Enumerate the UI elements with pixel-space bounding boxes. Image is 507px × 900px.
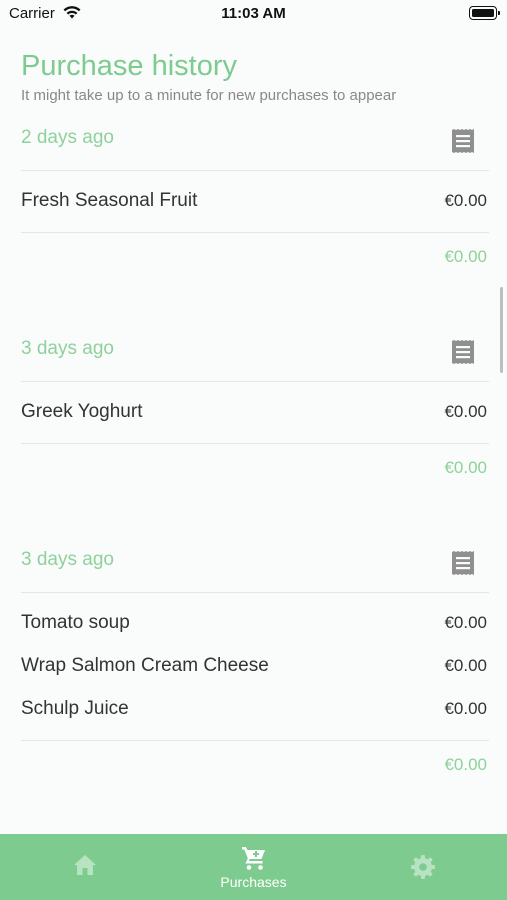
home-icon (73, 855, 96, 875)
purchase-total: €0.00 (444, 458, 487, 477)
purchase-group: 2 days ago Fresh Seasonal Fruit €0.00 €0… (21, 124, 489, 267)
tab-settings[interactable] (338, 834, 507, 900)
purchase-date: 2 days ago (21, 127, 114, 148)
purchase-group-header: 3 days ago (21, 335, 489, 381)
list-item[interactable]: Greek Yoghurt €0.00 (21, 391, 489, 434)
item-list: Tomato soup €0.00 Wrap Salmon Cream Chee… (21, 593, 489, 740)
item-name: Greek Yoghurt (21, 401, 143, 422)
page-subtitle: It might take up to a minute for new pur… (21, 87, 397, 104)
purchase-group: 3 days ago Tomato soup €0.00 Wrap Salmon… (21, 546, 489, 775)
status-bar: Carrier 11:03 AM (0, 0, 507, 28)
item-price: €0.00 (444, 656, 487, 675)
purchase-total: €0.00 (444, 755, 487, 774)
cart-icon (241, 847, 265, 870)
purchase-group-header: 3 days ago (21, 546, 489, 592)
list-item[interactable]: Tomato soup €0.00 (21, 602, 489, 645)
scroll-indicator[interactable] (500, 287, 503, 373)
tab-home[interactable] (0, 834, 169, 900)
list-item[interactable]: Wrap Salmon Cream Cheese €0.00 (21, 645, 489, 688)
tab-label: Purchases (220, 874, 287, 890)
receipt-icon[interactable] (450, 128, 476, 154)
purchase-total: €0.00 (444, 247, 487, 266)
item-list: Fresh Seasonal Fruit €0.00 (21, 171, 489, 232)
item-price: €0.00 (444, 191, 487, 210)
list-item[interactable]: Fresh Seasonal Fruit €0.00 (21, 180, 489, 223)
item-price: €0.00 (444, 699, 487, 718)
item-name: Tomato soup (21, 612, 130, 633)
item-name: Fresh Seasonal Fruit (21, 190, 198, 211)
purchase-date: 3 days ago (21, 338, 114, 359)
tab-purchases[interactable]: Purchases (169, 834, 338, 900)
list-item[interactable]: Schulp Juice €0.00 (21, 688, 489, 731)
item-list: Greek Yoghurt €0.00 (21, 382, 489, 443)
item-price: €0.00 (444, 402, 487, 421)
item-name: Schulp Juice (21, 698, 129, 719)
receipt-icon[interactable] (450, 550, 476, 576)
item-name: Wrap Salmon Cream Cheese (21, 655, 269, 676)
tab-bar: Purchases (0, 834, 507, 900)
page-title: Purchase history (21, 50, 237, 82)
clock: 11:03 AM (221, 5, 286, 22)
purchase-date: 3 days ago (21, 549, 114, 570)
item-price: €0.00 (444, 613, 487, 632)
purchase-group: 3 days ago Greek Yoghurt €0.00 €0.00 (21, 335, 489, 478)
purchase-group-header: 2 days ago (21, 124, 489, 170)
gear-icon (410, 855, 435, 879)
receipt-icon[interactable] (450, 339, 476, 365)
battery-icon (469, 6, 500, 20)
